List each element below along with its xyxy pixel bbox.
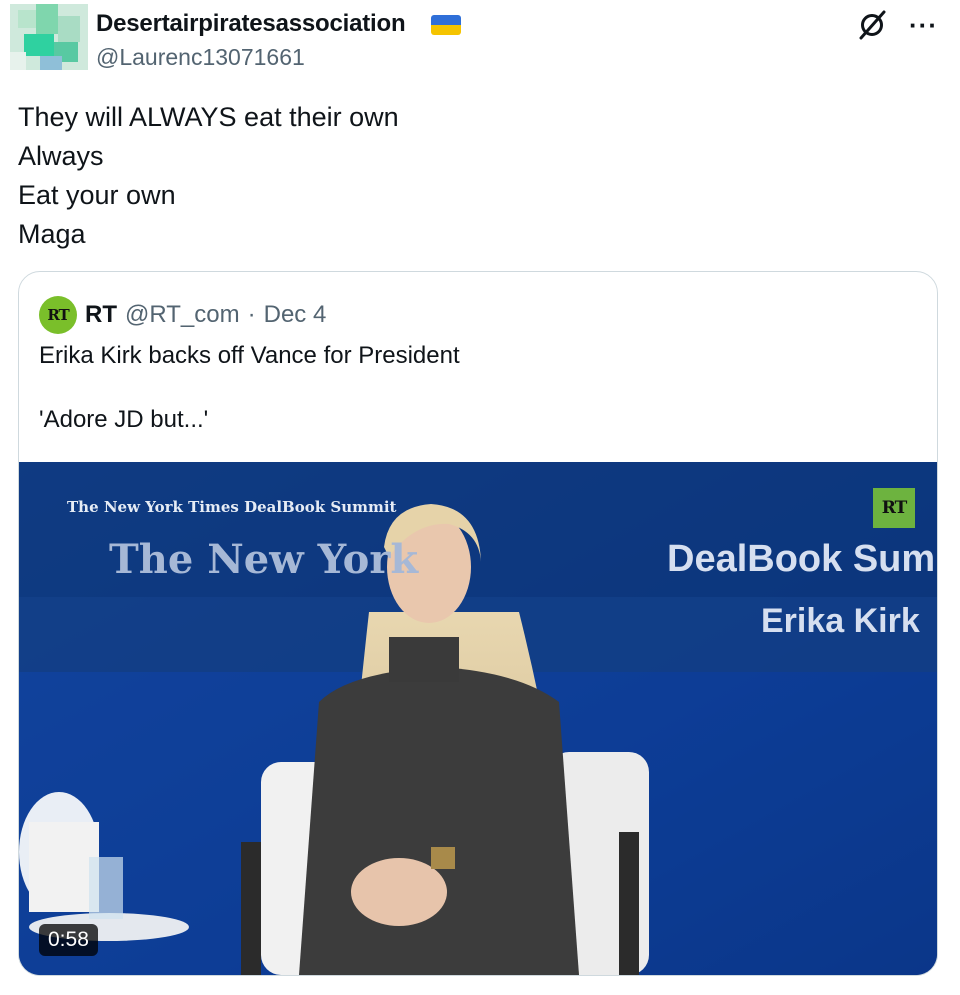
quoted-text-line: 'Adore JD but...' (39, 406, 209, 433)
tweet-text-line: Always (18, 141, 104, 171)
quoted-author-handle[interactable]: @RT_com (125, 301, 240, 329)
quoted-author-name[interactable]: RT (85, 301, 117, 329)
author-name[interactable]: Desertairpiratesassociation (96, 10, 406, 38)
rt-logo: RT (873, 488, 915, 528)
quoted-author-avatar[interactable]: RT (39, 296, 77, 334)
tweet-actions: ··· (857, 10, 938, 40)
separator-dot: · (247, 301, 256, 328)
quoted-tweet-text: Erika Kirk backs off Vance for President… (39, 340, 460, 436)
tweet-text-line: Maga (18, 219, 86, 249)
tweet-text-line: Eat your own (18, 180, 176, 210)
video-duration: 0:58 (39, 924, 98, 956)
quoted-text-line (39, 372, 460, 404)
ukraine-flag-icon (431, 15, 461, 35)
quoted-text-line: Erika Kirk backs off Vance for President (39, 342, 460, 369)
video-player[interactable]: The New York Times DealBook Summit The N… (19, 462, 937, 975)
more-options-icon[interactable]: ··· (909, 12, 938, 38)
speaker-name: Erika Kirk (761, 602, 920, 640)
quoted-date[interactable]: Dec 4 (264, 301, 327, 329)
author-avatar[interactable] (10, 4, 88, 70)
grok-icon[interactable] (857, 10, 887, 40)
tweet-text-line: They will ALWAYS eat their own (18, 102, 399, 132)
author-handle[interactable]: @Laurenc13071661 (96, 44, 305, 71)
banner-small-text: The New York Times DealBook Summit (67, 498, 397, 516)
quoted-tweet-card[interactable]: RT RT @RT_com · Dec 4 Erika Kirk backs o… (18, 271, 938, 976)
rt-logo-text: RT (881, 498, 908, 518)
tweet-text: They will ALWAYS eat their own Always Ea… (18, 98, 399, 254)
banner-big-text: The New York (109, 536, 419, 583)
quoted-tweet-header: RT RT @RT_com · Dec 4 (39, 296, 326, 334)
rt-avatar-text: RT (47, 306, 70, 324)
banner-dealbook-text: DealBook Sum (667, 538, 936, 580)
